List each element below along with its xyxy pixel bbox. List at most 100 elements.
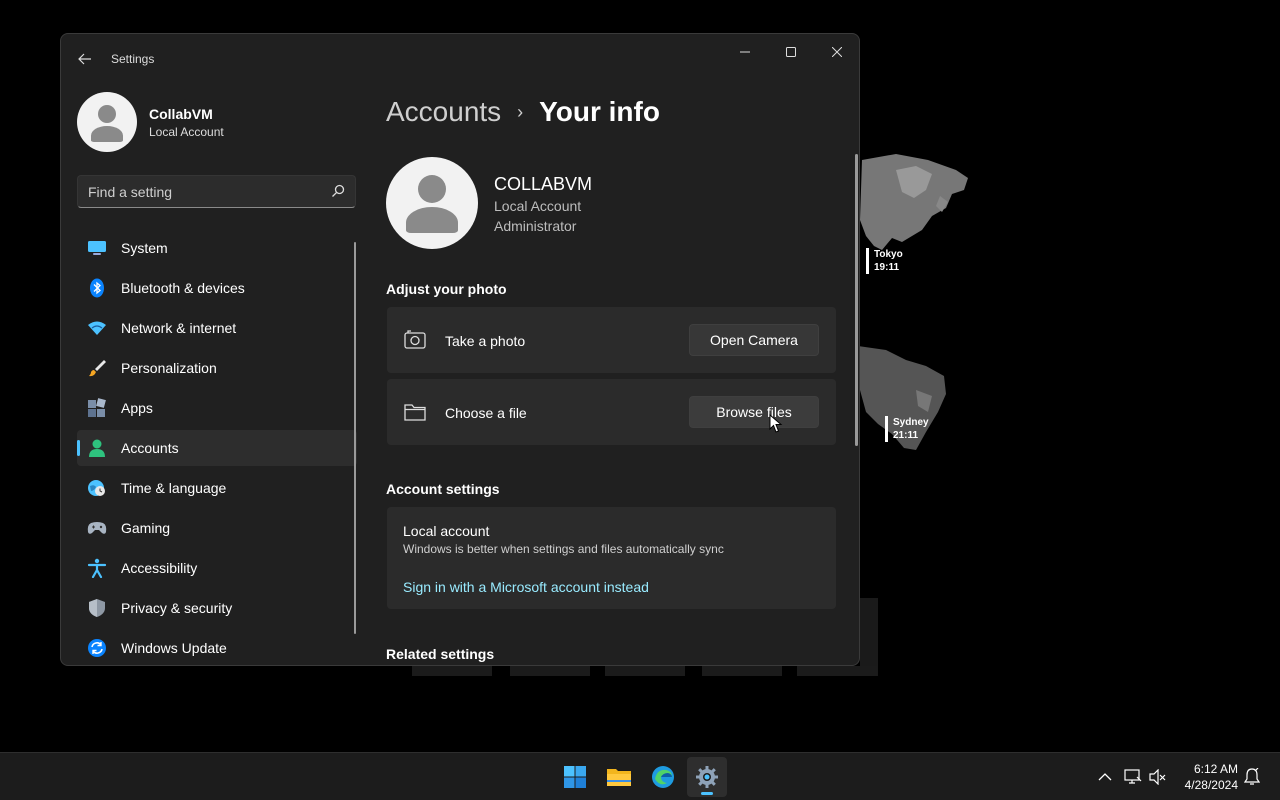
volume-tray-button[interactable] [1149, 768, 1167, 786]
globe-clock-icon [87, 478, 107, 498]
city-name: Sydney [893, 417, 929, 428]
avatar [77, 92, 137, 152]
gear-icon [696, 766, 718, 788]
start-button[interactable] [555, 757, 595, 797]
local-account-title: Local account [403, 523, 490, 539]
breadcrumb-separator: › [517, 101, 524, 122]
world-map-graphic [858, 154, 968, 450]
sidebar-item-system[interactable]: System [77, 230, 357, 266]
accounts-icon [87, 438, 107, 458]
system-clock[interactable]: 6:12 AM 4/28/2024 [1172, 761, 1238, 793]
page-title: Your info [539, 96, 660, 127]
sidebar-item-label: Privacy & security [121, 600, 233, 616]
notifications-button[interactable] [1243, 768, 1261, 786]
minimize-icon [740, 51, 750, 53]
clock-time: 6:12 AM [1193, 762, 1238, 776]
open-camera-button[interactable]: Open Camera [689, 324, 819, 356]
take-photo-card: Take a photo Open Camera [387, 307, 836, 373]
back-button[interactable] [71, 46, 99, 72]
profile-name: CollabVM [149, 106, 213, 122]
edge-browser-icon [652, 766, 674, 788]
avatar-head [418, 175, 446, 203]
search-input[interactable] [78, 176, 318, 207]
section-title-photo: Adjust your photo [386, 281, 507, 297]
settings-window: Settings CollabVM Local Account Find a s… [60, 33, 860, 666]
world-clock-sydney: Sydney 21:11 [885, 416, 929, 442]
avatar-head [98, 105, 116, 123]
windows-logo-icon [564, 766, 586, 788]
sidebar-item-label: Accounts [121, 440, 179, 456]
sidebar-item-label: Time & language [121, 480, 227, 496]
sidebar-item-gaming[interactable]: Gaming [77, 510, 357, 546]
network-icon [1124, 769, 1142, 784]
search-box [77, 175, 356, 208]
desktop-widget-edge [860, 598, 878, 676]
file-explorer-button[interactable] [599, 757, 639, 797]
sidebar-item-network[interactable]: Network & internet [77, 310, 357, 346]
camera-icon [404, 330, 426, 349]
section-title-related: Related settings [386, 646, 495, 662]
system-icon [87, 238, 107, 258]
sidebar-nav: System Bluetooth & devices Network & int… [77, 230, 357, 665]
sidebar-item-label: Gaming [121, 520, 171, 536]
desktop-tile [605, 666, 685, 676]
browse-files-button[interactable]: Browse files [689, 396, 819, 428]
network-tray-button[interactable] [1124, 768, 1142, 786]
chevron-up-icon [1098, 773, 1112, 781]
sidebar-item-label: Accessibility [121, 560, 198, 576]
sidebar-item-label: System [121, 240, 168, 256]
desktop-tile [797, 666, 877, 676]
section-title-account-settings: Account settings [386, 481, 500, 497]
sidebar-item-privacy[interactable]: Privacy & security [77, 590, 357, 626]
sidebar-item-accessibility[interactable]: Accessibility [77, 550, 357, 586]
sidebar-item-windows-update[interactable]: Windows Update [77, 630, 357, 665]
avatar-body [91, 126, 123, 142]
user-name: COLLABVM [494, 174, 593, 194]
sidebar-item-label: Bluetooth & devices [121, 280, 245, 296]
maximize-button[interactable] [772, 40, 810, 64]
sidebar-item-personalization[interactable]: Personalization [77, 350, 357, 386]
mouse-cursor-icon [769, 414, 783, 433]
close-button[interactable] [818, 40, 856, 64]
sidebar-profile[interactable]: CollabVM Local Account [77, 92, 347, 152]
city-time: 19:11 [874, 262, 900, 273]
sidebar-item-bluetooth[interactable]: Bluetooth & devices [77, 270, 357, 306]
world-map-widget: Tokyo 19:11 Sydney 21:11 [856, 150, 976, 460]
sidebar-item-label: Windows Update [121, 640, 227, 656]
apps-icon [87, 398, 107, 418]
profile-account-type: Local Account [149, 125, 224, 139]
wifi-icon [87, 318, 107, 338]
desktop-tile [510, 666, 590, 676]
show-hidden-icons-button[interactable] [1096, 768, 1114, 786]
bluetooth-icon [87, 278, 107, 298]
user-role: Administrator [494, 218, 577, 234]
accessibility-icon [87, 558, 107, 578]
sidebar-item-time-language[interactable]: Time & language [77, 470, 357, 506]
local-account-description: Windows is better when settings and file… [403, 542, 724, 556]
gamepad-icon [87, 518, 107, 538]
minimize-button[interactable] [726, 40, 764, 64]
sidebar-item-accounts[interactable]: Accounts [77, 430, 357, 466]
desktop-tile [702, 666, 782, 676]
update-icon [87, 638, 107, 658]
sidebar-item-label: Network & internet [121, 320, 237, 336]
file-explorer-icon [607, 769, 631, 786]
take-photo-label: Take a photo [445, 333, 526, 349]
user-avatar [386, 157, 478, 249]
settings-taskbar-button[interactable] [687, 757, 727, 797]
sidebar-scrollbar[interactable] [354, 242, 356, 634]
brush-icon [87, 358, 107, 378]
search-icon[interactable] [331, 184, 345, 198]
user-account-type: Local Account [494, 198, 582, 214]
choose-file-card: Choose a file Browse files [387, 379, 836, 445]
breadcrumb: Accounts › Your info [386, 92, 660, 132]
volume-muted-icon [1149, 769, 1166, 785]
maximize-icon [786, 47, 796, 57]
microsoft-signin-link[interactable]: Sign in with a Microsoft account instead [403, 579, 649, 595]
edge-button[interactable] [643, 757, 683, 797]
sidebar-item-apps[interactable]: Apps [77, 390, 357, 426]
breadcrumb-parent[interactable]: Accounts [386, 96, 501, 128]
user-info-header: COLLABVM Local Account Administrator [386, 157, 836, 249]
content-scrollbar[interactable] [855, 154, 858, 446]
sidebar-item-label: Personalization [121, 360, 217, 376]
